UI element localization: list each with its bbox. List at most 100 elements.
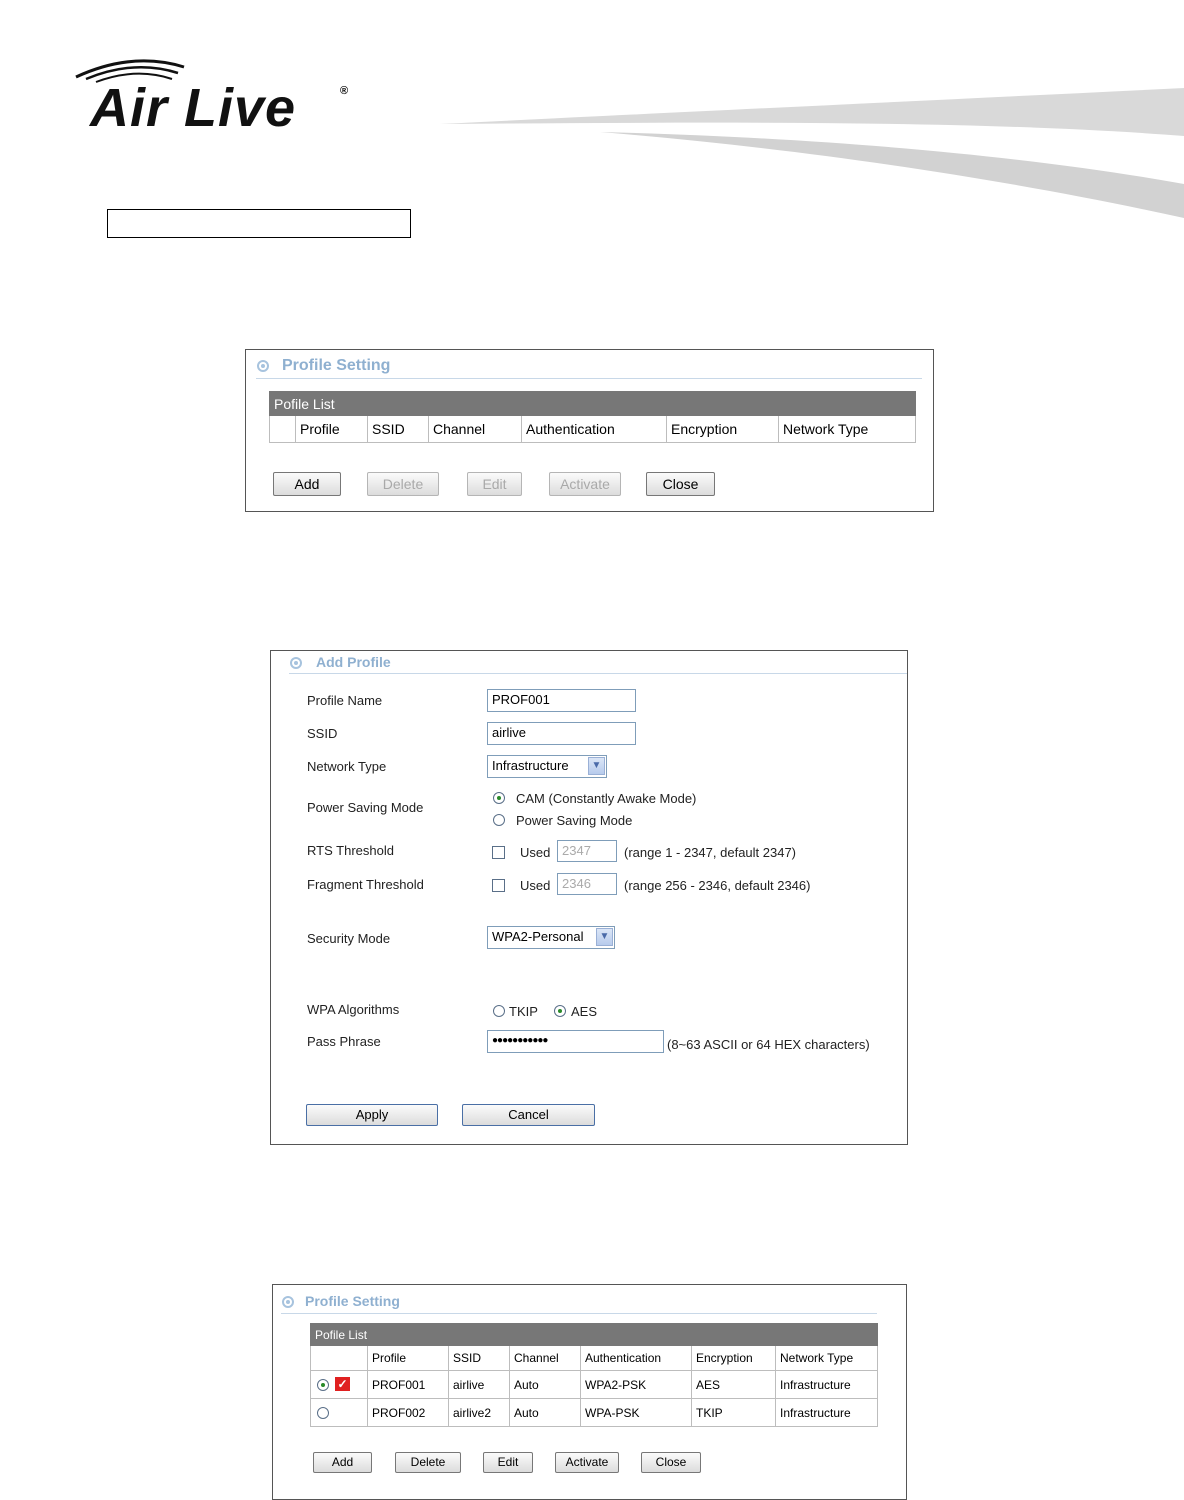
profile-name-label: Profile Name — [307, 693, 383, 708]
row-select-radio[interactable] — [317, 1407, 329, 1419]
edit-button[interactable]: Edit — [483, 1452, 533, 1473]
add-button[interactable]: Add — [313, 1452, 372, 1473]
delete-button[interactable]: Delete — [395, 1452, 461, 1473]
network-type-cell: Infrastructure — [775, 1398, 878, 1427]
select-column-header — [310, 1345, 368, 1371]
fragment-threshold-label: Fragment Threshold — [307, 877, 424, 892]
fragment-used-checkbox[interactable] — [492, 879, 505, 892]
wpa-algorithms-label: WPA Algorithms — [307, 1002, 400, 1017]
security-mode-select[interactable]: WPA2-Personal ▼ — [487, 926, 615, 949]
close-button[interactable]: Close — [646, 472, 715, 496]
profile-setting-title-icon — [282, 1296, 294, 1308]
rts-used-checkbox[interactable] — [492, 846, 505, 859]
security-mode-value: WPA2-Personal — [492, 929, 584, 944]
title-divider — [256, 378, 922, 379]
ssid-label: SSID — [307, 726, 338, 741]
panel-title: Profile Setting — [282, 357, 391, 374]
title-divider — [289, 673, 907, 674]
table-row[interactable]: ✓ PROF001 airlive Auto WPA2-PSK AES Infr… — [310, 1370, 878, 1399]
tkip-radio[interactable] — [493, 1005, 505, 1017]
activate-button[interactable]: Activate — [549, 472, 621, 496]
table-header-row: Profile SSID Channel Authentication Encr… — [310, 1345, 878, 1371]
column-header: Encryption — [666, 415, 779, 443]
profile-list-caption: Pofile List — [269, 391, 916, 416]
table-header-row: Profile SSID Channel Authentication Encr… — [269, 415, 916, 443]
add-profile-title-icon — [290, 657, 302, 669]
cam-radio[interactable] — [493, 792, 505, 804]
add-profile-panel: Add Profile Profile Name PROF001 SSID ai… — [270, 650, 908, 1145]
panel-title: Profile Setting — [305, 1293, 400, 1309]
rts-threshold-input[interactable]: 2347 — [557, 840, 617, 862]
security-mode-label: Security Mode — [307, 931, 391, 946]
logo-text: Air Live — [90, 78, 297, 138]
add-button[interactable]: Add — [273, 472, 341, 496]
row-select-cell — [310, 1398, 368, 1427]
close-button[interactable]: Close — [641, 1452, 701, 1473]
authentication-cell: WPA2-PSK — [580, 1370, 692, 1399]
column-header: Network Type — [775, 1345, 878, 1371]
network-type-select[interactable]: Infrastructure ▼ — [487, 755, 607, 778]
column-header: SSID — [448, 1345, 510, 1371]
fragment-range-hint: (range 256 - 2346, default 2346) — [624, 878, 811, 893]
column-header: Channel — [428, 415, 522, 443]
network-type-cell: Infrastructure — [775, 1370, 878, 1399]
aes-radio[interactable] — [554, 1005, 566, 1017]
profile-cell: PROF002 — [367, 1398, 449, 1427]
tkip-label: TKIP — [509, 1004, 538, 1019]
column-header: Authentication — [580, 1345, 692, 1371]
select-column-header — [269, 415, 296, 443]
fragment-threshold-input[interactable]: 2346 — [557, 873, 617, 895]
column-header: Authentication — [521, 415, 667, 443]
profile-name-input[interactable]: PROF001 — [487, 689, 636, 712]
pass-phrase-label: Pass Phrase — [307, 1034, 381, 1049]
authentication-cell: WPA-PSK — [580, 1398, 692, 1427]
table-row[interactable]: PROF002 airlive2 Auto WPA-PSK TKIP Infra… — [310, 1398, 878, 1427]
cam-option-label: CAM (Constantly Awake Mode) — [516, 791, 697, 806]
network-type-label: Network Type — [307, 759, 387, 774]
caption-box — [107, 209, 411, 238]
row-select-radio[interactable] — [317, 1379, 329, 1391]
power-saving-radio[interactable] — [493, 814, 505, 826]
ssid-cell: airlive2 — [448, 1398, 510, 1427]
column-header: Channel — [509, 1345, 581, 1371]
pass-phrase-hint: (8~63 ASCII or 64 HEX characters) — [667, 1037, 870, 1052]
encryption-cell: AES — [691, 1370, 776, 1399]
power-saving-label: Power Saving Mode — [307, 800, 424, 815]
rts-threshold-label: RTS Threshold — [307, 843, 394, 858]
ssid-cell: airlive — [448, 1370, 510, 1399]
column-header: Network Type — [778, 415, 916, 443]
fragment-used-label: Used — [520, 878, 551, 893]
power-saving-option-label: Power Saving Mode — [516, 813, 633, 828]
column-header: SSID — [367, 415, 429, 443]
header-swoosh — [440, 88, 1184, 218]
profile-setting-panel-filled: Profile Setting Pofile List Profile SSID… — [272, 1284, 907, 1500]
panel-title: Add Profile — [316, 654, 391, 670]
apply-button[interactable]: Apply — [306, 1104, 438, 1126]
aes-label: AES — [571, 1004, 598, 1019]
title-divider — [281, 1313, 877, 1314]
profile-list-table: Pofile List Profile SSID Channel Authent… — [269, 391, 916, 443]
active-check-icon: ✓ — [335, 1377, 350, 1391]
rts-range-hint: (range 1 - 2347, default 2347) — [624, 845, 797, 860]
profile-list-caption: Pofile List — [310, 1323, 878, 1346]
profile-cell: PROF001 — [367, 1370, 449, 1399]
cancel-button[interactable]: Cancel — [462, 1104, 595, 1126]
delete-button[interactable]: Delete — [367, 472, 439, 496]
airlive-logo: Air Live ® — [72, 55, 362, 135]
row-select-cell: ✓ — [310, 1370, 368, 1399]
pass-phrase-input[interactable]: ●●●●●●●●●●● — [487, 1030, 664, 1053]
column-header: Profile — [367, 1345, 449, 1371]
edit-button[interactable]: Edit — [467, 472, 522, 496]
chevron-down-icon: ▼ — [596, 928, 613, 946]
activate-button[interactable]: Activate — [555, 1452, 619, 1473]
chevron-down-icon: ▼ — [588, 757, 605, 775]
profile-list-table: Pofile List Profile SSID Channel Authent… — [310, 1323, 878, 1427]
registered-mark: ® — [340, 85, 349, 97]
rts-used-label: Used — [520, 845, 551, 860]
channel-cell: Auto — [509, 1398, 581, 1427]
encryption-cell: TKIP — [691, 1398, 776, 1427]
ssid-input[interactable]: airlive — [487, 722, 636, 745]
column-header: Encryption — [691, 1345, 776, 1371]
channel-cell: Auto — [509, 1370, 581, 1399]
profile-setting-title-icon — [257, 360, 269, 372]
